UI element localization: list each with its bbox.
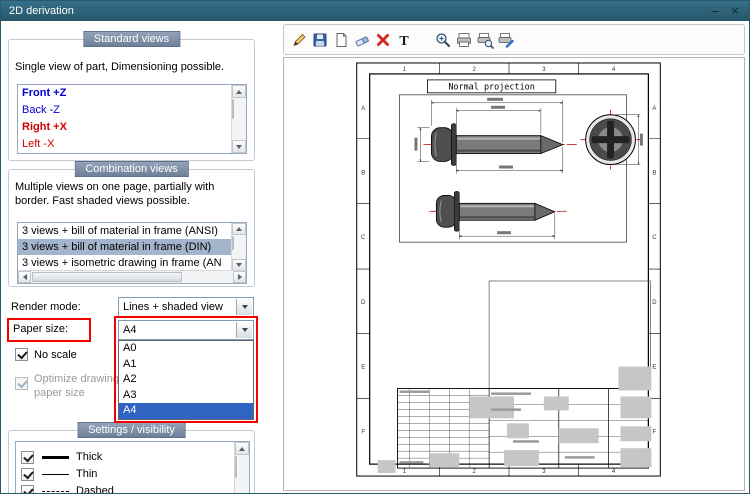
- scroll-up-icon[interactable]: [235, 442, 249, 455]
- svg-text:F: F: [361, 429, 365, 435]
- delete-icon[interactable]: [372, 28, 393, 52]
- svg-text:B: B: [652, 170, 656, 176]
- render-mode-select[interactable]: Lines + shaded view: [118, 297, 254, 317]
- scroll-up-icon[interactable]: [232, 223, 246, 235]
- no-scale-label: No scale: [34, 349, 77, 361]
- dashed-checkbox[interactable]: [21, 485, 34, 493]
- svg-text:C: C: [361, 235, 366, 241]
- thick-line-sample: [42, 456, 69, 459]
- dashed-label: Dashed: [76, 485, 114, 493]
- thick-checkbox[interactable]: [21, 451, 34, 464]
- thick-label: Thick: [76, 451, 102, 463]
- scroll-left-icon[interactable]: [18, 271, 31, 283]
- close-button[interactable]: ×: [725, 1, 745, 21]
- drawing-sheet: 1 2 3 4 1 2 3 4 A B C D E F A B C: [284, 58, 744, 490]
- paper-size-label: Paper size:: [13, 323, 68, 335]
- settings-visibility-group: Settings / visibility Thick Thin Dashed: [8, 430, 255, 493]
- svg-text:C: C: [652, 235, 657, 241]
- drawing-canvas[interactable]: 1 2 3 4 1 2 3 4 A B C D E F A B C: [283, 57, 745, 491]
- combination-views-group: Combination views Multiple views on one …: [8, 169, 255, 287]
- 2d-derivation-window: 2D derivation – × Standard views Single …: [0, 0, 750, 494]
- combination-views-list[interactable]: 3 views + bill of material in frame (ANS…: [17, 222, 247, 284]
- settings-visibility-list[interactable]: Thick Thin Dashed: [15, 441, 250, 493]
- list-item[interactable]: Right +X: [18, 119, 231, 136]
- no-scale-checkbox[interactable]: [15, 348, 28, 361]
- dropdown-option[interactable]: A2: [119, 372, 253, 388]
- standard-views-group: Standard views Single view of part, Dime…: [8, 39, 255, 161]
- preview-panel: T: [263, 21, 749, 493]
- svg-text:E: E: [652, 365, 656, 371]
- zoom-icon[interactable]: [432, 28, 453, 52]
- print-settings-icon[interactable]: [495, 28, 516, 52]
- paper-size-value: A4: [123, 324, 136, 336]
- combination-views-group-label: Combination views: [74, 161, 188, 177]
- paper-size-select[interactable]: A4: [118, 320, 254, 340]
- scrollbar-horizontal[interactable]: [18, 270, 246, 283]
- render-mode-label: Render mode:: [11, 301, 81, 313]
- svg-text:D: D: [652, 300, 657, 306]
- drawing-toolbar: T: [283, 24, 745, 55]
- svg-text:E: E: [361, 365, 365, 371]
- optimize-paper-label-line2: paper size: [34, 387, 85, 399]
- svg-text:A: A: [652, 106, 656, 112]
- dropdown-option-selected[interactable]: A4: [119, 403, 253, 419]
- chevron-down-icon[interactable]: [236, 299, 252, 315]
- list-item[interactable]: Front +Z: [18, 85, 231, 102]
- dropdown-option[interactable]: A1: [119, 357, 253, 373]
- thin-checkbox[interactable]: [21, 468, 34, 481]
- standard-views-description: Single view of part, Dimensioning possib…: [15, 60, 250, 74]
- svg-text:F: F: [653, 429, 657, 435]
- projection-title: Normal projection: [448, 81, 535, 91]
- scroll-thumb[interactable]: [235, 456, 237, 478]
- svg-text:T: T: [399, 34, 409, 49]
- dashed-line-sample: [42, 491, 69, 492]
- thin-line-sample: [42, 474, 69, 475]
- standard-views-list[interactable]: Front +Z Back -Z Right +X Left -X: [17, 84, 247, 154]
- scroll-thumb[interactable]: [232, 99, 234, 119]
- dropdown-option[interactable]: A0: [119, 341, 253, 357]
- paper-size-dropdown[interactable]: A0 A1 A2 A3 A4: [118, 340, 254, 420]
- scroll-thumb[interactable]: [232, 236, 234, 250]
- list-item[interactable]: Back -Z: [18, 102, 231, 119]
- new-sheet-icon[interactable]: [330, 28, 351, 52]
- options-panel: Standard views Single view of part, Dime…: [1, 21, 263, 493]
- optimize-paper-checkbox: [15, 377, 28, 390]
- svg-text:A: A: [361, 106, 365, 112]
- settings-visibility-group-label: Settings / visibility: [77, 422, 186, 438]
- list-item-selected[interactable]: 3 views + bill of material in frame (DIN…: [18, 239, 231, 255]
- thin-label: Thin: [76, 468, 97, 480]
- combination-views-description: Multiple views on one page, partially wi…: [15, 180, 251, 208]
- edit-icon[interactable]: [288, 28, 309, 52]
- scrollbar-vertical[interactable]: [234, 442, 249, 493]
- scrollbar-vertical[interactable]: [231, 223, 246, 271]
- list-item[interactable]: Left -X: [18, 136, 231, 153]
- titlebar[interactable]: 2D derivation – ×: [1, 1, 749, 21]
- scroll-right-icon[interactable]: [233, 271, 246, 283]
- eraser-icon[interactable]: [351, 28, 372, 52]
- list-item[interactable]: 3 views + bill of material in frame (ANS…: [18, 223, 231, 239]
- render-mode-value: Lines + shaded view: [123, 301, 223, 313]
- scrollbar-vertical[interactable]: [231, 85, 246, 153]
- scroll-thumb[interactable]: [32, 272, 182, 282]
- list-item[interactable]: 3 views + isometric drawing in frame (AN: [18, 255, 231, 271]
- scroll-down-icon[interactable]: [232, 140, 246, 153]
- scroll-up-icon[interactable]: [232, 85, 246, 98]
- chevron-down-icon[interactable]: [236, 322, 252, 338]
- window-title: 2D derivation: [1, 5, 74, 17]
- minimize-button[interactable]: –: [705, 1, 725, 21]
- standard-views-group-label: Standard views: [83, 31, 180, 47]
- svg-text:B: B: [361, 170, 365, 176]
- dropdown-option[interactable]: A3: [119, 388, 253, 404]
- print-preview-icon[interactable]: [474, 28, 495, 52]
- save-icon[interactable]: [309, 28, 330, 52]
- optimize-paper-label-line1: Optimize drawing: [34, 373, 118, 385]
- svg-text:D: D: [361, 300, 366, 306]
- text-icon[interactable]: T: [393, 28, 414, 52]
- print-icon[interactable]: [453, 28, 474, 52]
